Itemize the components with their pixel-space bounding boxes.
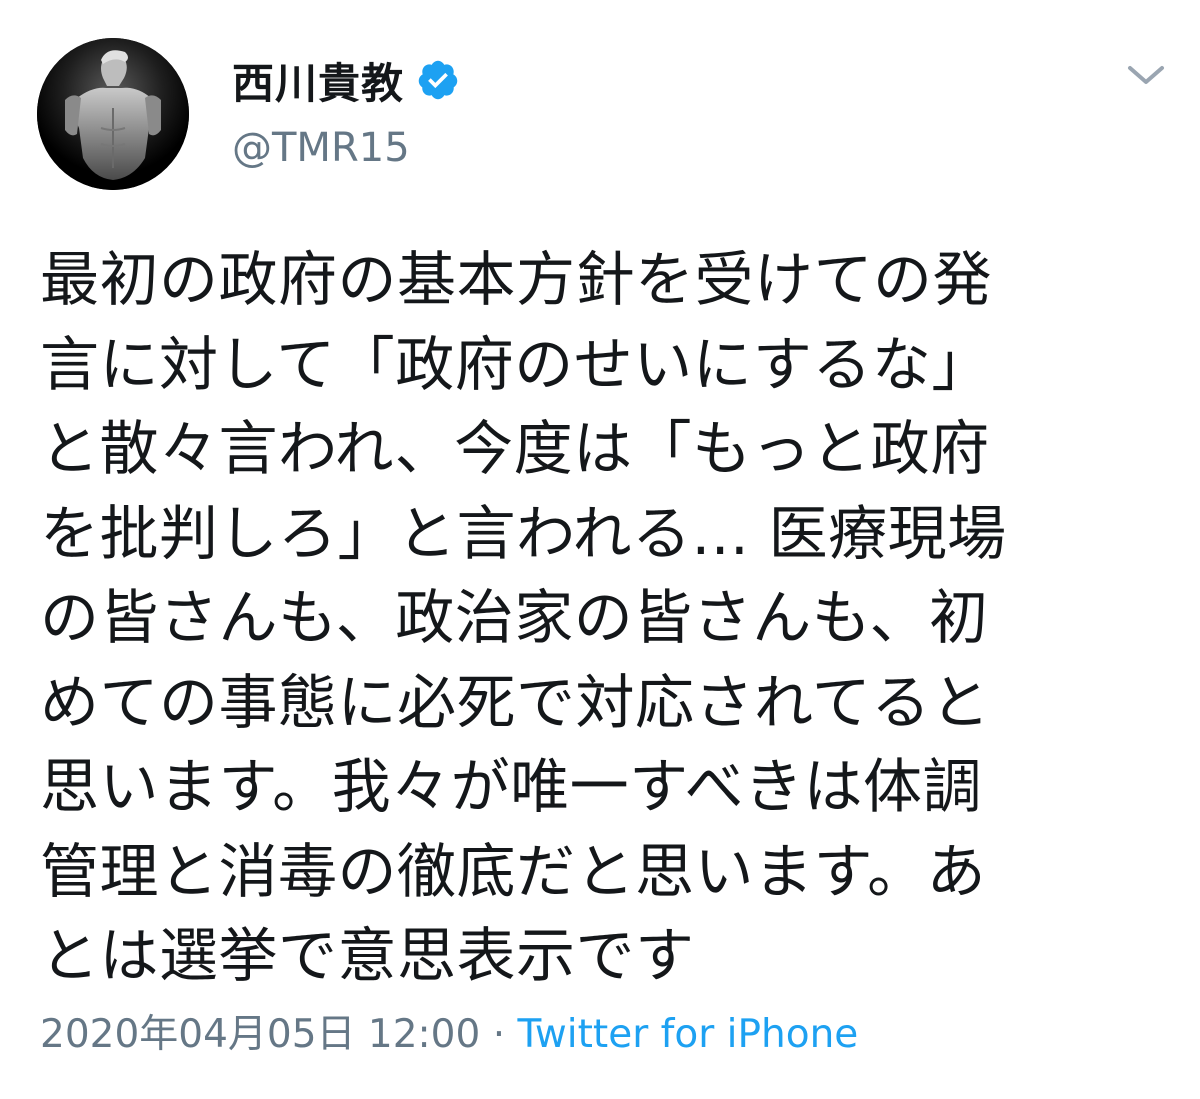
tweet-text: 最初の政府の基本方針を受けての発 言に対して「政府のせいにするな」 と散々言われ… [40, 245, 1007, 990]
tweet-card: 西川貴教 @TMR15 最初の政府の基本方針を受けての発 言に対して「政府のせい… [0, 0, 1200, 1099]
meta-separator: · [492, 1012, 506, 1057]
avatar[interactable] [37, 38, 189, 190]
author-handle[interactable]: @TMR15 [232, 125, 410, 171]
chevron-down-icon[interactable] [1124, 60, 1168, 90]
tweet-meta: 2020年04月05日 12:00 · Twitter for iPhone [40, 1010, 858, 1060]
timestamp[interactable]: 2020年04月05日 12:00 [40, 1012, 480, 1057]
author-header: 西川貴教 [232, 50, 460, 110]
verified-badge-icon [416, 58, 460, 102]
avatar-photo [37, 38, 189, 190]
source-link[interactable]: Twitter for iPhone [518, 1012, 859, 1057]
display-name[interactable]: 西川貴教 [232, 50, 404, 111]
